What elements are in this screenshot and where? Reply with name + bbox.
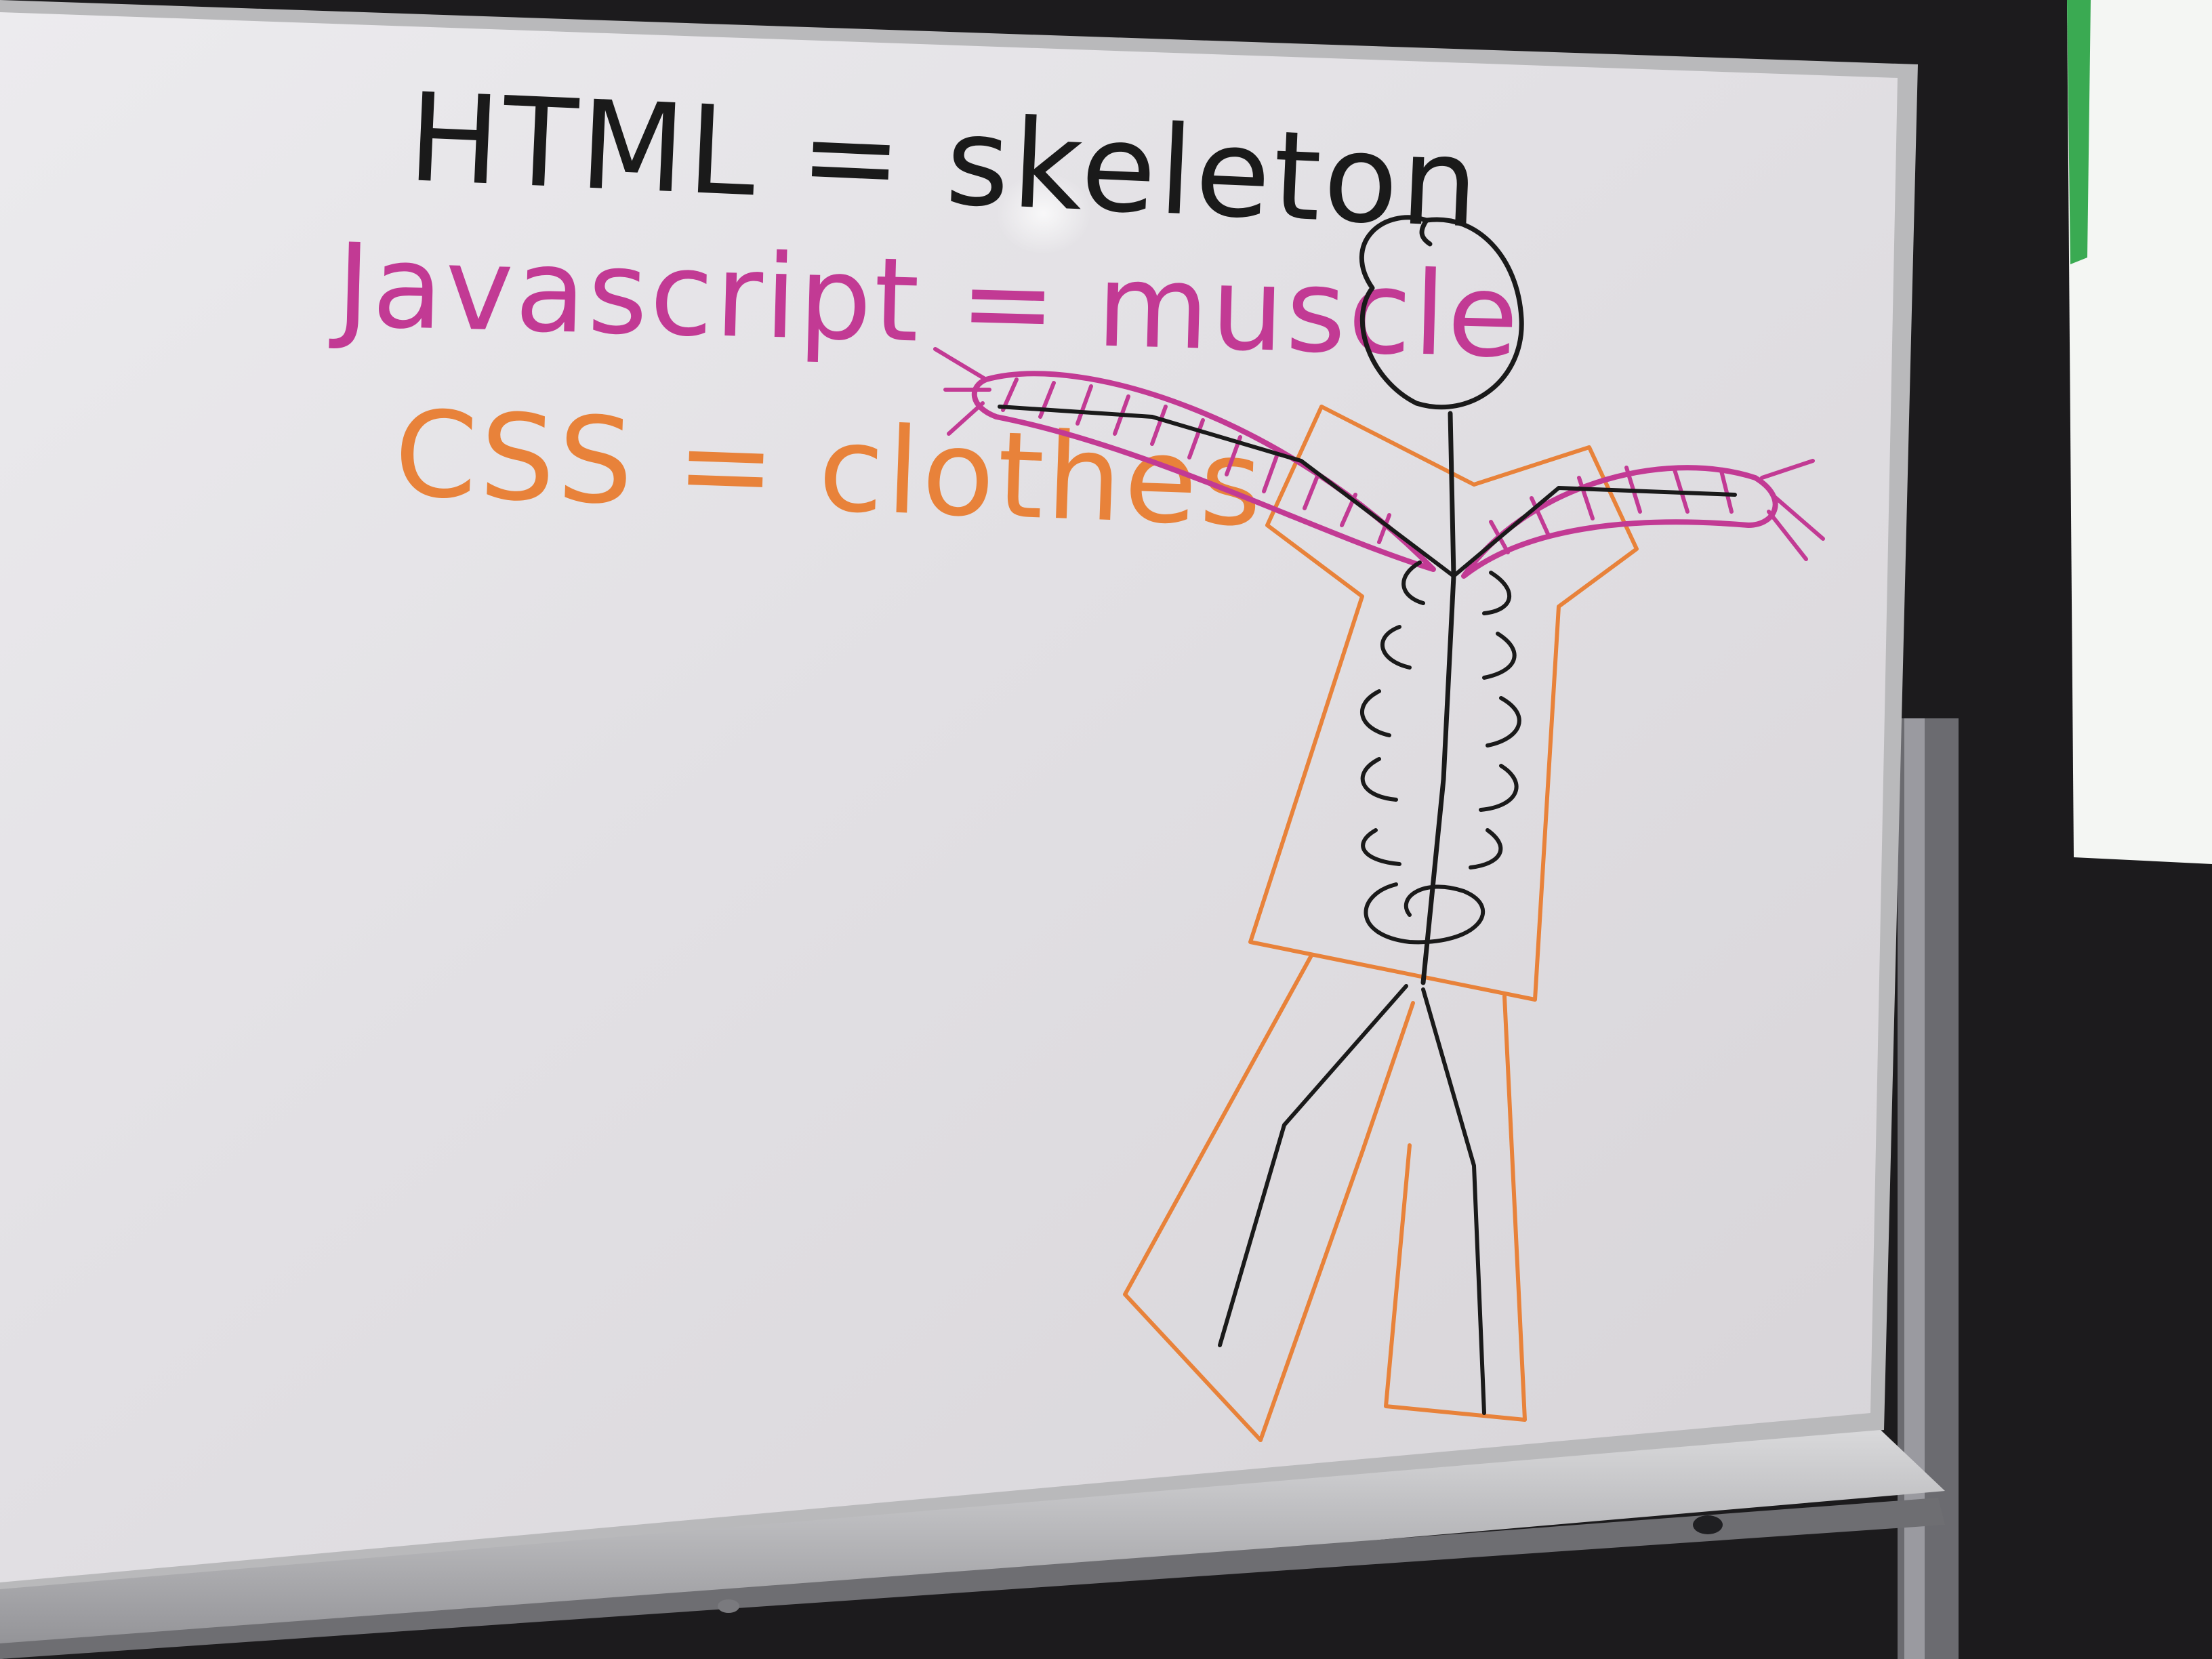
photo-scene: HTML = skeleton Javascript = muscle CSS … — [0, 0, 2212, 1659]
tray-screw — [718, 1599, 739, 1613]
projector-screen-accent — [2067, 0, 2091, 264]
tray-knob — [1693, 1515, 1723, 1534]
scene-svg: HTML = skeleton Javascript = muscle CSS … — [0, 0, 2212, 1659]
